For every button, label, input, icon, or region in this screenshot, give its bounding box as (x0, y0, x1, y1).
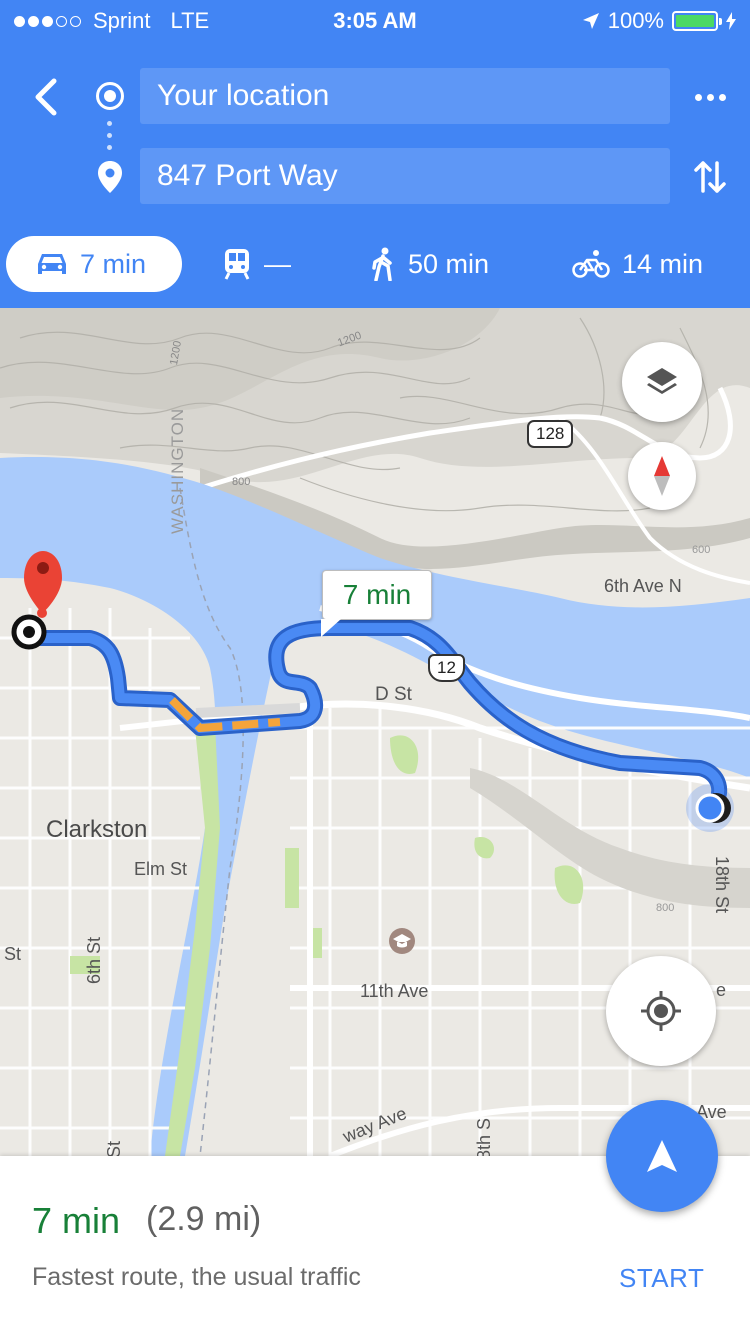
route-map[interactable]: WASHINGTON 6th Ave N D St Clarkston Elm … (0, 308, 750, 1156)
layers-button[interactable] (622, 342, 702, 422)
map-label-11th-ave: 11th Ave (360, 981, 429, 1001)
map-label-8th-st: 8th S (474, 1117, 494, 1156)
destination-field[interactable]: 847 Port Way (140, 148, 670, 204)
my-location-icon (641, 991, 681, 1031)
status-right: 100% (582, 8, 736, 34)
back-button[interactable] (24, 72, 68, 122)
tab-drive-label: 7 min (80, 248, 147, 279)
more-dots-icon (694, 93, 702, 101)
route-12-shield: 12 (428, 654, 465, 682)
status-bar: Sprint LTE 3:05 AM 100% (0, 0, 750, 40)
contour-label-800b: 800 (656, 902, 675, 914)
map-label-e: e (716, 980, 727, 1000)
map-label-18th-st: 18th St (712, 856, 732, 914)
destination-pin-icon (98, 161, 122, 193)
route-description: Fastest route, the usual traffic (32, 1263, 361, 1291)
contour-label-600: 600 (692, 544, 711, 556)
tab-walk-label: 50 min (408, 248, 490, 279)
origin-dot-icon (96, 82, 124, 110)
map-label-st-left: St (4, 944, 22, 964)
compass-button[interactable] (628, 442, 696, 510)
more-options-button[interactable] (690, 82, 730, 112)
origin-field[interactable]: Your location (140, 68, 670, 124)
map-label-st-bottom: St (104, 1140, 124, 1156)
map-label-6th-ave-n: 6th Ave N (604, 576, 682, 596)
route-connector-dots (107, 121, 112, 150)
map-label-washington: WASHINGTON (168, 407, 187, 534)
back-arrow-icon (35, 78, 57, 116)
bike-icon (572, 250, 610, 278)
route-time-bubble[interactable]: 7 min (321, 570, 432, 637)
route-duration: 7 min (32, 1200, 121, 1241)
swap-button[interactable] (690, 155, 730, 199)
route-distance: (2.9 mi) (146, 1200, 262, 1238)
car-icon (38, 254, 66, 274)
tab-bike-label: 14 min (622, 248, 704, 279)
map-label-6th-st: 6th St (84, 936, 104, 984)
map-label-elm-st: Elm St (134, 859, 188, 879)
walk-icon (372, 247, 392, 281)
tab-transit-label: — (264, 248, 291, 279)
charging-bolt-icon (726, 12, 736, 30)
compass-icon (654, 456, 670, 496)
navigation-arrow-icon (647, 1140, 677, 1172)
tab-bike[interactable]: 14 min (572, 236, 703, 292)
tab-transit[interactable]: — (222, 236, 291, 292)
tab-drive[interactable]: 7 min (6, 236, 182, 292)
battery-percent: 100% (607, 8, 664, 33)
travel-mode-tabs: 7 min — 50 min 14 min (0, 236, 750, 292)
route-128-shield: 128 (527, 420, 574, 448)
battery-icon (672, 11, 722, 31)
location-arrow-icon (582, 13, 599, 29)
contour-label-800: 800 (232, 476, 251, 488)
map-label-d-st: D St (375, 684, 412, 705)
start-button[interactable]: START (619, 1263, 704, 1294)
my-location-button[interactable] (606, 956, 716, 1066)
layers-icon (647, 368, 677, 394)
directions-header: Sprint LTE 3:05 AM 100% Your location 84… (0, 0, 750, 308)
train-icon (224, 249, 250, 280)
navigate-button[interactable] (606, 1100, 718, 1212)
swap-icon (694, 161, 726, 193)
map-label-clarkston: Clarkston (46, 816, 148, 843)
tab-walk[interactable]: 50 min (370, 236, 489, 292)
